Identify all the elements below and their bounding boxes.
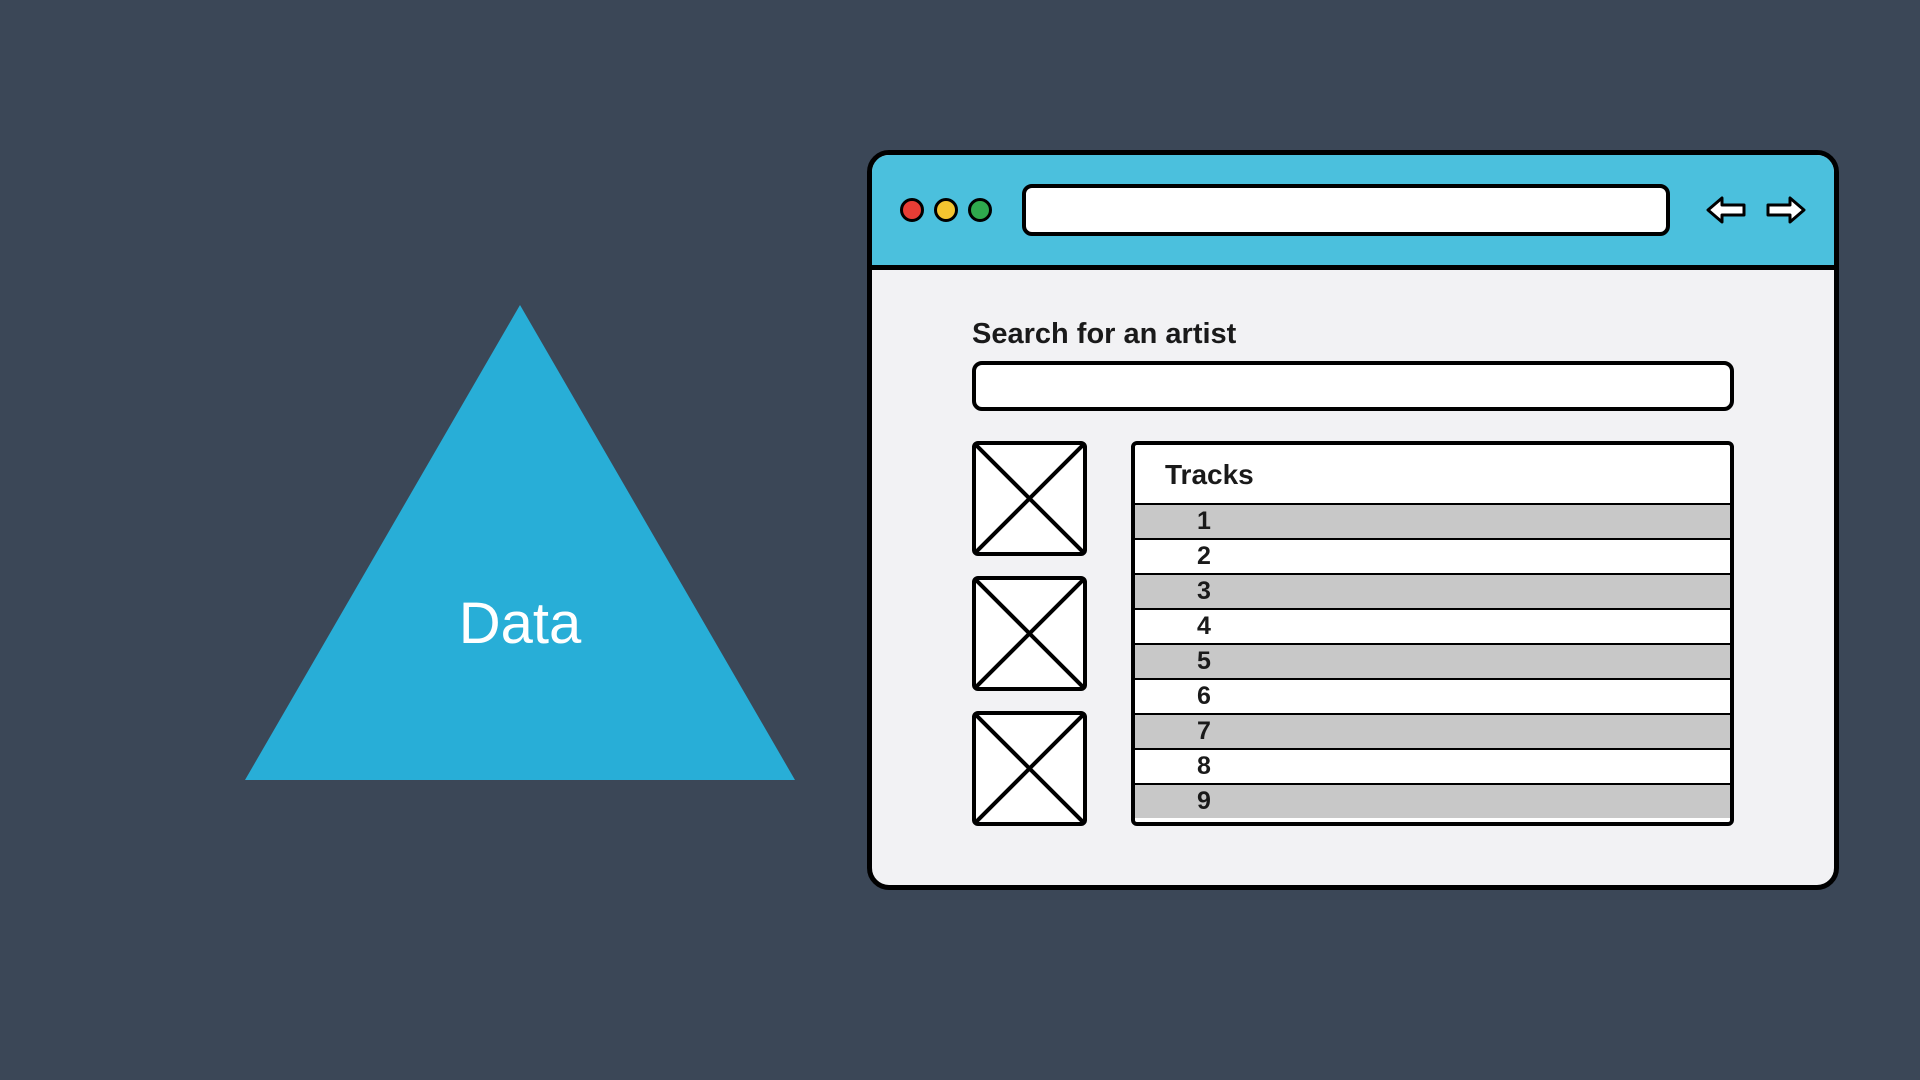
close-button[interactable] <box>900 198 924 222</box>
browser-titlebar <box>872 155 1834 270</box>
address-bar[interactable] <box>1022 184 1670 236</box>
track-row[interactable]: 4 <box>1135 610 1730 645</box>
triangle-label: Data <box>245 590 795 657</box>
tracks-panel: Tracks 1 2 3 4 5 6 7 8 9 <box>1131 441 1734 826</box>
browser-content: Search for an artist <box>872 270 1834 866</box>
image-placeholder-icon[interactable] <box>972 441 1087 556</box>
track-row[interactable]: 1 <box>1135 505 1730 540</box>
minimize-button[interactable] <box>934 198 958 222</box>
triangle-shape <box>245 305 795 780</box>
data-triangle: Data <box>245 305 800 785</box>
browser-window: Search for an artist <box>867 150 1839 890</box>
track-row[interactable]: 6 <box>1135 680 1730 715</box>
track-row[interactable]: 5 <box>1135 645 1730 680</box>
track-row[interactable]: 8 <box>1135 750 1730 785</box>
image-placeholder-icon[interactable] <box>972 711 1087 826</box>
traffic-lights <box>900 198 992 222</box>
nav-arrows <box>1706 195 1806 225</box>
search-label: Search for an artist <box>972 318 1734 351</box>
track-row[interactable]: 9 <box>1135 785 1730 818</box>
track-row[interactable]: 3 <box>1135 575 1730 610</box>
thumbnails-column <box>972 441 1087 826</box>
search-input[interactable] <box>972 361 1734 411</box>
maximize-button[interactable] <box>968 198 992 222</box>
content-row: Tracks 1 2 3 4 5 6 7 8 9 <box>972 441 1734 826</box>
track-row[interactable]: 2 <box>1135 540 1730 575</box>
tracks-header: Tracks <box>1135 445 1730 505</box>
track-row[interactable]: 7 <box>1135 715 1730 750</box>
back-arrow-icon[interactable] <box>1706 195 1746 225</box>
forward-arrow-icon[interactable] <box>1766 195 1806 225</box>
image-placeholder-icon[interactable] <box>972 576 1087 691</box>
